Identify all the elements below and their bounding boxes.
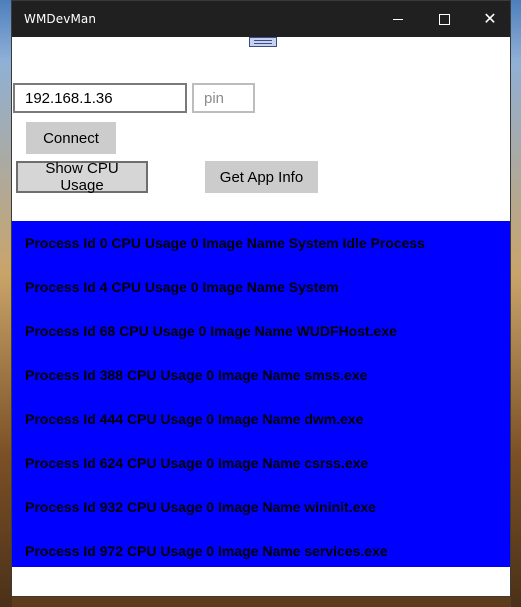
close-button[interactable]: ✕ bbox=[467, 1, 510, 37]
close-icon: ✕ bbox=[483, 9, 497, 28]
pin-input[interactable] bbox=[192, 83, 255, 113]
app-window: WMDevMan ✕ Connect Show CPU Usage Get Ap… bbox=[11, 0, 511, 597]
list-item[interactable]: Process Id 4 CPU Usage 0 Image Name Syst… bbox=[12, 265, 510, 309]
minimize-button[interactable] bbox=[375, 1, 421, 37]
list-item[interactable]: Process Id 388 CPU Usage 0 Image Name sm… bbox=[12, 353, 510, 397]
process-list[interactable]: Process Id 0 CPU Usage 0 Image Name Syst… bbox=[12, 221, 510, 567]
bottom-area bbox=[12, 567, 510, 596]
client-area: Connect Show CPU Usage Get App Info Proc… bbox=[12, 37, 510, 596]
get-app-info-button[interactable]: Get App Info bbox=[205, 161, 318, 193]
maximize-icon bbox=[438, 13, 450, 25]
connect-button[interactable]: Connect bbox=[26, 122, 116, 154]
list-item[interactable]: Process Id 972 CPU Usage 0 Image Name se… bbox=[12, 529, 510, 567]
ip-address-input[interactable] bbox=[13, 83, 187, 113]
list-item[interactable]: Process Id 444 CPU Usage 0 Image Name dw… bbox=[12, 397, 510, 441]
handle-line bbox=[254, 43, 272, 44]
window-title: WMDevMan bbox=[24, 12, 97, 26]
minimize-icon bbox=[393, 18, 403, 20]
desktop-background-right bbox=[511, 0, 521, 607]
show-cpu-usage-button[interactable]: Show CPU Usage bbox=[16, 160, 148, 194]
maximize-button[interactable] bbox=[421, 1, 467, 37]
list-item[interactable]: Process Id 68 CPU Usage 0 Image Name WUD… bbox=[12, 309, 510, 353]
list-item[interactable]: Process Id 932 CPU Usage 0 Image Name wi… bbox=[12, 485, 510, 529]
drag-handle-icon[interactable] bbox=[249, 37, 277, 47]
list-item[interactable]: Process Id 624 CPU Usage 0 Image Name cs… bbox=[12, 441, 510, 485]
handle-line bbox=[254, 40, 272, 41]
title-bar[interactable]: WMDevMan ✕ bbox=[12, 1, 510, 37]
list-item[interactable]: Process Id 0 CPU Usage 0 Image Name Syst… bbox=[12, 221, 510, 265]
